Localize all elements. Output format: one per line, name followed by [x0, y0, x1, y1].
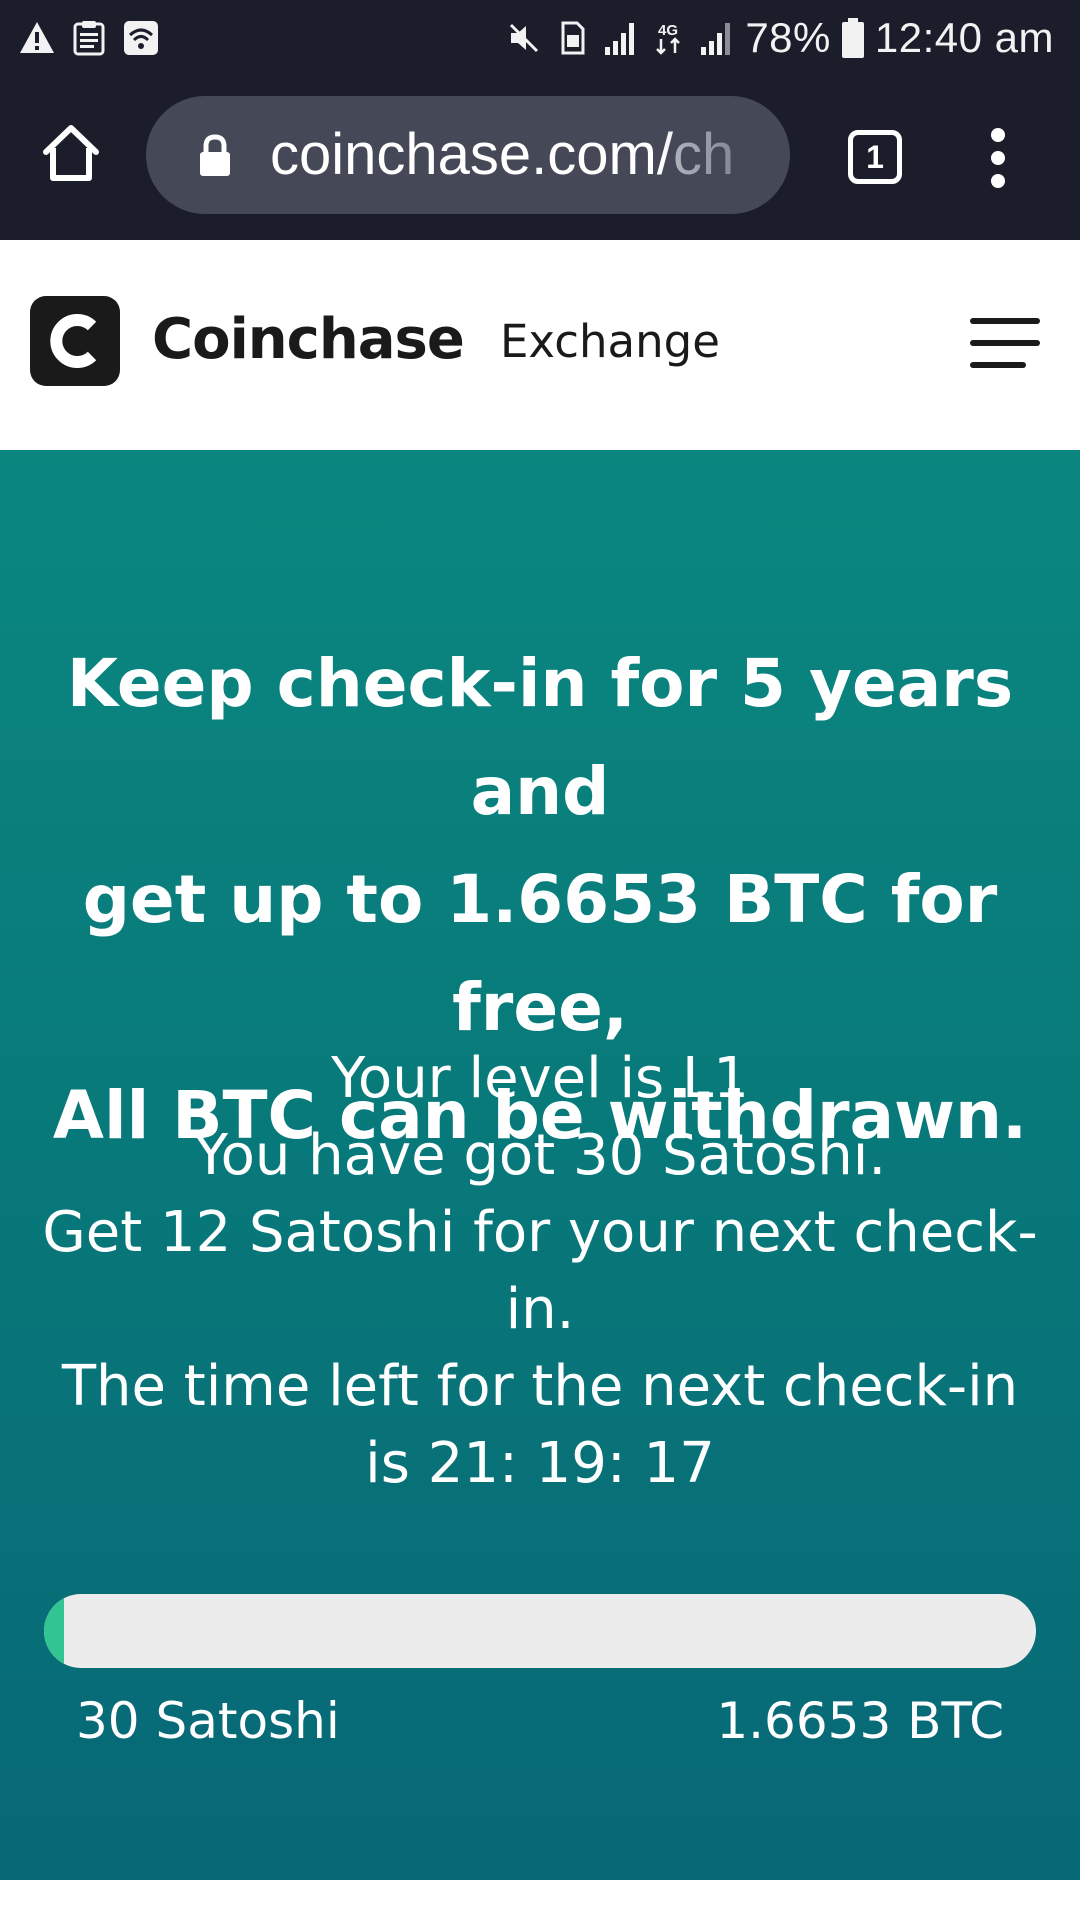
progress-fill [44, 1594, 64, 1668]
checkin-status: Your level is L1 You have got 30 Satoshi… [40, 1040, 1040, 1502]
hamburger-menu-icon[interactable] [970, 318, 1042, 372]
svg-text:4G: 4G [658, 22, 678, 39]
sim-card-icon [561, 21, 585, 55]
progress-min-label: 30 Satoshi [76, 1692, 340, 1750]
browser-toolbar: coinchase.com/ch 1 [0, 76, 1080, 240]
lock-icon [200, 134, 230, 176]
earned-text: You have got 30 Satoshi. [193, 1123, 887, 1188]
countdown-timer: is 21: 19: 17 [365, 1431, 715, 1496]
page-footer-edge [0, 1880, 1080, 1920]
battery-icon [841, 18, 864, 58]
site-header: Coinchase Exchange [0, 240, 1080, 450]
url-text[interactable]: coinchase.com/ch [270, 120, 770, 190]
signal-icon [605, 23, 635, 55]
level-text: Your level is L1 [331, 1046, 749, 1111]
clipboard-icon [73, 21, 105, 56]
next-reward-text: Get 12 Satoshi for your next check- [42, 1200, 1038, 1265]
warning-icon [20, 22, 54, 53]
reward-progress-bar [44, 1594, 1036, 1668]
more-vert-icon[interactable] [978, 126, 1018, 190]
headline-line: Keep check-in for 5 years and [66, 645, 1014, 830]
status-right: 4G 78% 12:40 am [505, 8, 1054, 68]
next-reward-text-cont: in. [505, 1277, 575, 1342]
nav-exchange-link[interactable]: Exchange [500, 312, 720, 372]
clock: 12:40 am [874, 14, 1054, 61]
mute-icon [510, 23, 539, 53]
headline-line: get up to 1.6653 BTC for free, [82, 861, 998, 1046]
home-icon[interactable] [38, 120, 104, 186]
wifi-icon [124, 21, 158, 55]
brand-name[interactable]: Coinchase [152, 304, 465, 376]
battery-percent: 78% [745, 14, 831, 61]
coinchase-logo-icon[interactable] [30, 296, 120, 386]
status-bar: 4G 78% 12:40 am [0, 0, 1080, 76]
checkin-hero: Keep check-in for 5 years and get up to … [0, 450, 1080, 1880]
progress-max-label: 1.6653 BTC [716, 1692, 1004, 1750]
url-bar[interactable]: coinchase.com/ch [146, 96, 790, 214]
status-left-icons [18, 16, 160, 60]
4g-data-icon: 4G [656, 22, 681, 55]
tab-switcher-button[interactable]: 1 [848, 130, 902, 184]
countdown-label: The time left for the next check-in [61, 1354, 1019, 1419]
signal-icon [701, 23, 731, 55]
